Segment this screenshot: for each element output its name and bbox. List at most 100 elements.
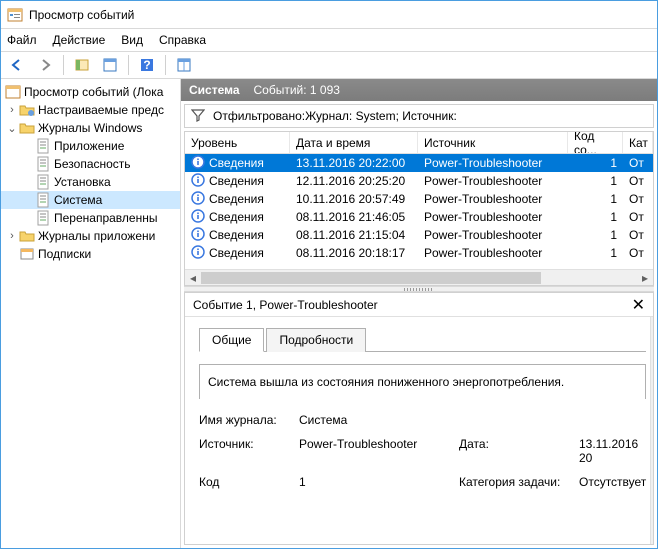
table-row[interactable]: Сведения10.11.2016 20:57:49Power-Trouble… xyxy=(185,190,653,208)
collapse-icon[interactable]: ⌄ xyxy=(5,122,19,135)
subscriptions-icon xyxy=(19,246,35,262)
tree-panel: Просмотр событий (Лока › Настраиваемые п… xyxy=(1,79,181,548)
log-icon xyxy=(35,156,51,172)
scroll-left-icon[interactable]: ◂ xyxy=(185,270,201,286)
log-icon xyxy=(35,192,51,208)
scroll-right-icon[interactable]: ▸ xyxy=(637,270,653,286)
toolbar-sep-2 xyxy=(128,55,129,75)
cell-eventid: 1 xyxy=(568,154,623,172)
scroll-down-icon[interactable]: ▾ xyxy=(651,528,653,544)
value-date: 13.11.2016 20 xyxy=(579,437,646,465)
back-button[interactable] xyxy=(5,54,29,76)
show-tree-button[interactable] xyxy=(70,54,94,76)
tree-setup-label: Установка xyxy=(54,175,111,189)
window-title: Просмотр событий xyxy=(29,8,134,22)
table-row[interactable]: Сведения13.11.2016 20:22:00Power-Trouble… xyxy=(185,154,653,172)
tree-custom-views[interactable]: › Настраиваемые предс xyxy=(1,101,180,119)
tree-root[interactable]: Просмотр событий (Лока xyxy=(1,83,180,101)
log-icon xyxy=(35,174,51,190)
tree-root-label: Просмотр событий (Лока xyxy=(24,85,163,99)
table-row[interactable]: Сведения08.11.2016 21:46:05Power-Trouble… xyxy=(185,208,653,226)
tree-app-label: Приложение xyxy=(54,139,124,153)
cell-eventid: 1 xyxy=(568,190,623,208)
blank xyxy=(459,413,579,427)
col-datetime[interactable]: Дата и время xyxy=(290,132,418,153)
menu-help[interactable]: Справка xyxy=(159,33,206,47)
content-area: Просмотр событий (Лока › Настраиваемые п… xyxy=(1,79,657,548)
cell-level: Сведения xyxy=(209,228,264,242)
help-button[interactable]: ? xyxy=(135,54,159,76)
log-icon xyxy=(35,210,51,226)
table-row[interactable]: Сведения08.11.2016 20:18:17Power-Trouble… xyxy=(185,244,653,262)
panel-title: Система xyxy=(189,83,240,97)
folder-icon xyxy=(19,228,35,244)
col-eventid[interactable]: Код со... xyxy=(568,132,623,153)
detail-panel: Событие 1, Power-Troubleshooter ✕ Общие … xyxy=(184,292,654,545)
tree-app-logs[interactable]: › Журналы приложени xyxy=(1,227,180,245)
tree-system-label: Система xyxy=(54,193,102,207)
info-icon xyxy=(191,227,205,244)
cell-level: Сведения xyxy=(209,210,264,224)
tree-subscriptions[interactable]: Подписки xyxy=(1,245,180,263)
info-icon xyxy=(191,209,205,226)
menu-action[interactable]: Действие xyxy=(53,33,106,47)
tree-security-label: Безопасность xyxy=(54,157,131,171)
table-row[interactable]: Сведения12.11.2016 20:25:20Power-Trouble… xyxy=(185,172,653,190)
cell-datetime: 08.11.2016 21:15:04 xyxy=(290,226,418,244)
tab-general[interactable]: Общие xyxy=(199,328,264,352)
tree-application[interactable]: Приложение xyxy=(1,137,180,155)
tree-custom-label: Настраиваемые предс xyxy=(38,103,164,117)
filter-icon[interactable] xyxy=(191,108,205,125)
svg-text:?: ? xyxy=(143,58,150,72)
folder-icon xyxy=(19,102,35,118)
expand-icon[interactable]: › xyxy=(5,104,19,116)
detail-titlebar: Событие 1, Power-Troubleshooter ✕ xyxy=(185,293,653,317)
scroll-up-icon[interactable]: ▴ xyxy=(651,317,653,333)
cell-eventid: 1 xyxy=(568,172,623,190)
event-message: Система вышла из состояния пониженного э… xyxy=(199,364,646,399)
info-icon xyxy=(191,173,205,190)
tree-forwarded-label: Перенаправленны xyxy=(54,211,157,225)
tree-windows-logs[interactable]: ⌄ Журналы Windows xyxy=(1,119,180,137)
properties-button[interactable] xyxy=(98,54,122,76)
detail-title-text: Событие 1, Power-Troubleshooter xyxy=(193,298,378,312)
cell-eventid: 1 xyxy=(568,244,623,262)
col-category[interactable]: Кат xyxy=(623,132,653,153)
titlebar: Просмотр событий xyxy=(1,1,657,29)
menu-view[interactable]: Вид xyxy=(121,33,143,47)
cell-source: Power-Troubleshooter xyxy=(418,244,568,262)
cell-category: От xyxy=(623,226,653,244)
tree-system[interactable]: Система xyxy=(1,191,180,209)
event-properties: Имя журнала: Система Источник: Power-Tro… xyxy=(199,413,646,489)
expand-icon[interactable]: › xyxy=(5,230,19,242)
tree-security[interactable]: Безопасность xyxy=(1,155,180,173)
scroll-thumb[interactable] xyxy=(201,272,541,284)
tab-details[interactable]: Подробности xyxy=(266,328,366,352)
close-icon[interactable]: ✕ xyxy=(632,295,645,315)
tree-setup[interactable]: Установка xyxy=(1,173,180,191)
cell-eventid: 1 xyxy=(568,208,623,226)
cell-source: Power-Troubleshooter xyxy=(418,172,568,190)
cell-category: От xyxy=(623,208,653,226)
panel-layout-button[interactable] xyxy=(172,54,196,76)
label-source: Источник: xyxy=(199,437,299,465)
toolbar-sep-3 xyxy=(165,55,166,75)
detail-content: Общие Подробности Система вышла из состо… xyxy=(185,317,650,544)
toolbar: ? xyxy=(1,51,657,79)
panel-header: Система Событий: 1 093 xyxy=(181,79,657,101)
events-table: Уровень Дата и время Источник Код со... … xyxy=(184,131,654,286)
value-eventid: 1 xyxy=(299,475,459,489)
forward-button[interactable] xyxy=(33,54,57,76)
table-row[interactable]: Сведения08.11.2016 21:15:04Power-Trouble… xyxy=(185,226,653,244)
horizontal-scrollbar[interactable]: ◂ ▸ xyxy=(185,269,653,285)
panel-count: Событий: 1 093 xyxy=(254,83,340,97)
cell-level: Сведения xyxy=(209,246,264,260)
col-level[interactable]: Уровень xyxy=(185,132,290,153)
vertical-scrollbar[interactable]: ▴ ▾ xyxy=(650,317,653,544)
tree-applogs-label: Журналы приложени xyxy=(38,229,155,243)
tree-forwarded[interactable]: Перенаправленны xyxy=(1,209,180,227)
menu-file[interactable]: Файл xyxy=(7,33,37,47)
splitter[interactable] xyxy=(184,286,654,292)
col-source[interactable]: Источник xyxy=(418,132,568,153)
table-header: Уровень Дата и время Источник Код со... … xyxy=(185,132,653,154)
